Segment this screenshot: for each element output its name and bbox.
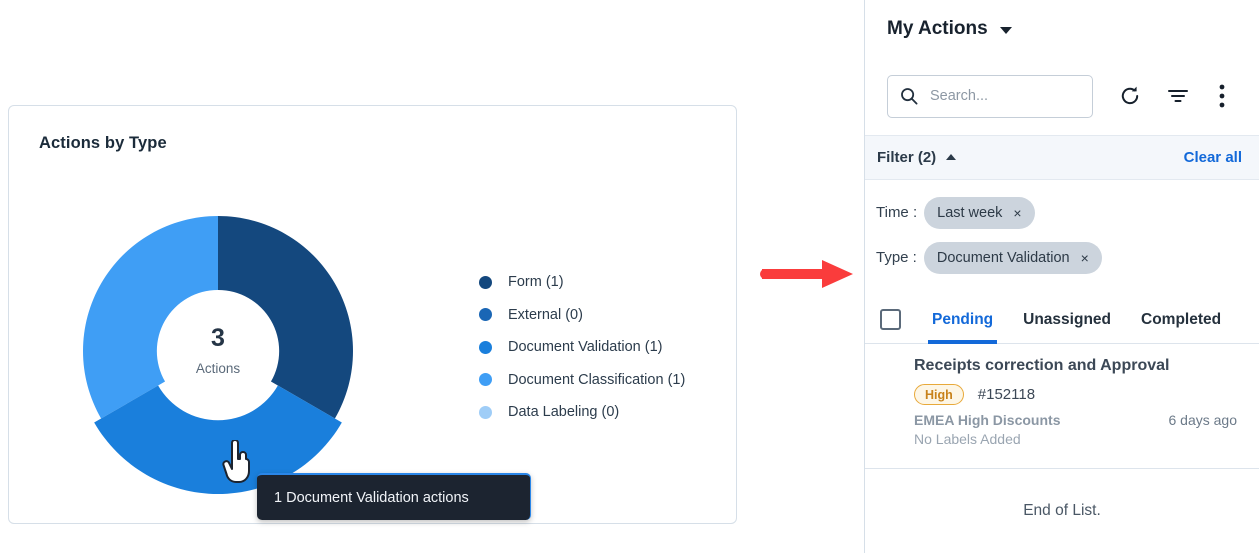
legend-color-dot: [479, 373, 492, 386]
filter-chip-row: Type : Document Validation ×: [865, 235, 1259, 280]
donut-slice-document-classification[interactable]: [83, 216, 218, 419]
filter-chip-row: Time : Last week ×: [865, 190, 1259, 235]
select-all-checkbox[interactable]: [880, 309, 901, 330]
legend-item[interactable]: Data Labeling (0): [479, 396, 685, 429]
panel-header[interactable]: My Actions: [887, 18, 1012, 40]
list-item-title: Receipts correction and Approval: [914, 357, 1237, 375]
tab-completed[interactable]: Completed: [1139, 296, 1223, 344]
donut-chart[interactable]: 3 Actions: [73, 206, 363, 496]
close-icon[interactable]: ×: [1081, 251, 1089, 265]
card-title: Actions by Type: [39, 134, 167, 153]
legend-color-dot: [479, 308, 492, 321]
red-arrow-annotation: [760, 258, 855, 290]
chart-tooltip: 1 Document Validation actions: [257, 473, 531, 520]
filter-chip-key: Type :: [876, 249, 917, 266]
filter-chip-value: Document Validation: [937, 250, 1070, 266]
list-item-labels: No Labels Added: [914, 431, 1237, 447]
filter-chip-time[interactable]: Last week ×: [924, 197, 1034, 229]
list-item-subrow: EMEA High Discounts 6 days ago: [914, 412, 1237, 428]
filter-chip-value: Last week: [937, 205, 1002, 221]
status-badge: High: [914, 384, 964, 405]
app-root: Actions by Type 3 Actions: [0, 0, 1259, 553]
filter-icon: [1167, 85, 1189, 107]
filter-chip-list: Time : Last week × Type : Document Valid…: [865, 190, 1259, 280]
list-item[interactable]: Receipts correction and Approval High #1…: [865, 344, 1259, 469]
actions-by-type-card: Actions by Type 3 Actions: [8, 105, 737, 524]
filter-button[interactable]: [1161, 78, 1195, 114]
search-input[interactable]: [930, 88, 1080, 104]
filter-label: Filter (2): [877, 149, 936, 166]
chart-legend: Form (1) External (0) Document Validatio…: [479, 266, 685, 429]
legend-color-dot: [479, 406, 492, 419]
filter-chip-type[interactable]: Document Validation ×: [924, 242, 1102, 274]
legend-color-dot: [479, 276, 492, 289]
close-icon[interactable]: ×: [1013, 206, 1021, 220]
donut-slice-form[interactable]: [218, 216, 353, 419]
legend-item[interactable]: Document Validation (1): [479, 331, 685, 364]
legend-item-label: Form (1): [508, 274, 564, 290]
search-icon: [900, 87, 918, 105]
end-of-list-text: End of List.: [865, 469, 1259, 553]
search-box[interactable]: [887, 75, 1093, 118]
my-actions-panel: My Actions: [864, 0, 1259, 553]
legend-item[interactable]: Form (1): [479, 266, 685, 299]
donut-chart-svg[interactable]: [73, 206, 363, 496]
more-options-button[interactable]: [1205, 78, 1239, 114]
list-item-id: #152118: [978, 386, 1035, 403]
legend-item-label: External (0): [508, 307, 583, 323]
clear-all-button[interactable]: Clear all: [1184, 149, 1242, 166]
legend-item[interactable]: External (0): [479, 299, 685, 332]
legend-item[interactable]: Document Classification (1): [479, 364, 685, 397]
chevron-up-icon[interactable]: [946, 154, 956, 160]
legend-item-label: Document Classification (1): [508, 372, 685, 388]
legend-color-dot: [479, 341, 492, 354]
legend-item-label: Data Labeling (0): [508, 404, 619, 420]
chevron-down-icon[interactable]: [1000, 27, 1012, 34]
refresh-icon: [1119, 85, 1141, 107]
dashboard-area: Actions by Type 3 Actions: [0, 0, 864, 553]
legend-item-label: Document Validation (1): [508, 339, 662, 355]
refresh-button[interactable]: [1113, 78, 1147, 114]
list-item-meta: High #152118: [914, 384, 1237, 405]
filter-bar[interactable]: Filter (2) Clear all: [865, 135, 1259, 180]
panel-toolbar: [887, 74, 1239, 118]
more-vertical-icon: [1219, 84, 1225, 108]
panel-title: My Actions: [887, 18, 988, 40]
tab-pending[interactable]: Pending: [930, 296, 995, 344]
list-item-timestamp: 6 days ago: [1169, 412, 1238, 428]
list-item-queue: EMEA High Discounts: [914, 412, 1061, 428]
tab-bar: Pending Unassigned Completed: [865, 296, 1259, 344]
tab-unassigned[interactable]: Unassigned: [1021, 296, 1113, 344]
filter-chip-key: Time :: [876, 204, 917, 221]
